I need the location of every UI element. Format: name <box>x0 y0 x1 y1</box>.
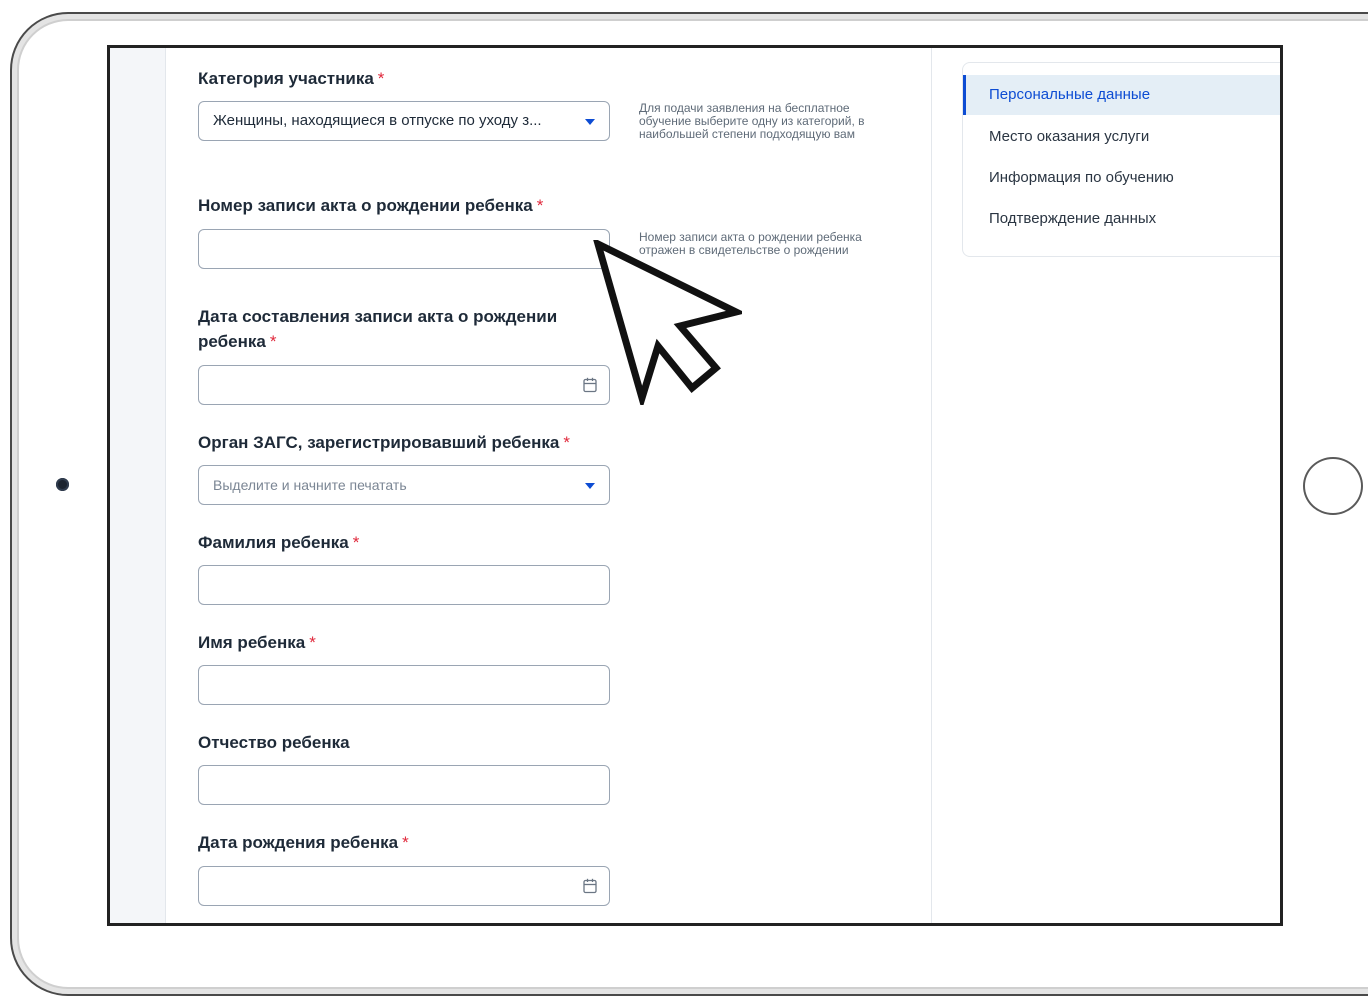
required-mark: * <box>402 833 409 852</box>
child-first-name-label: Имя ребенка * <box>198 633 316 652</box>
birth-record-date-input[interactable] <box>198 365 610 405</box>
birth-record-number-input[interactable] <box>198 229 610 269</box>
category-select-value: Женщины, находящиеся в отпуске по уходу … <box>213 112 542 129</box>
left-gutter <box>110 48 166 923</box>
screen: Категория участника * Женщины, находящиес… <box>107 45 1283 926</box>
category-select[interactable]: Женщины, находящиеся в отпуске по уходу … <box>198 101 610 141</box>
camera-icon <box>56 478 69 491</box>
child-last-name-label: Фамилия ребенка * <box>198 533 360 552</box>
mouse-pointer-icon <box>593 240 742 405</box>
category-hint: Для подачи заявления на бесплатное обуче… <box>639 101 865 141</box>
registry-office-label: Орган ЗАГС, зарегистрировавший ребенка * <box>198 433 570 452</box>
steps-column: Персональные данные Место оказания услуг… <box>932 48 1280 923</box>
required-mark: * <box>269 332 277 351</box>
child-patronymic-label: Отчество ребенка <box>198 733 350 752</box>
child-last-name-input[interactable] <box>198 565 610 605</box>
step-data-confirmation[interactable]: Подтверждение данных <box>963 199 1280 239</box>
step-service-location[interactable]: Место оказания услуги <box>963 117 1280 157</box>
required-mark: * <box>352 533 360 552</box>
required-mark: * <box>563 433 570 452</box>
step-personal-data[interactable]: Персональные данные <box>963 75 1280 115</box>
home-button[interactable] <box>1303 457 1363 515</box>
child-birth-date-label: Дата рождения ребенка * <box>198 833 409 852</box>
birth-record-date-label: Дата составления записи акта о рождении … <box>198 307 558 351</box>
form-panel: Категория участника * Женщины, находящиес… <box>166 48 932 923</box>
child-birth-date-input[interactable] <box>198 866 610 906</box>
calendar-icon[interactable] <box>583 878 597 894</box>
child-first-name-input[interactable] <box>198 665 610 705</box>
chevron-down-icon <box>585 119 595 125</box>
registry-office-placeholder: Выделите и начните печатать <box>213 477 407 493</box>
step-education-info[interactable]: Информация по обучению <box>963 158 1280 198</box>
steps-nav: Персональные данные Место оказания услуг… <box>962 62 1280 257</box>
child-patronymic-input[interactable] <box>198 765 610 805</box>
birth-record-number-label: Номер записи акта о рождении ребенка * <box>198 196 544 215</box>
required-mark: * <box>536 196 544 215</box>
registry-office-select[interactable]: Выделите и начните печатать <box>198 465 610 505</box>
category-label: Категория участника * <box>198 69 385 88</box>
chevron-down-icon <box>585 483 595 489</box>
required-mark: * <box>309 633 316 652</box>
required-mark: * <box>377 69 385 88</box>
